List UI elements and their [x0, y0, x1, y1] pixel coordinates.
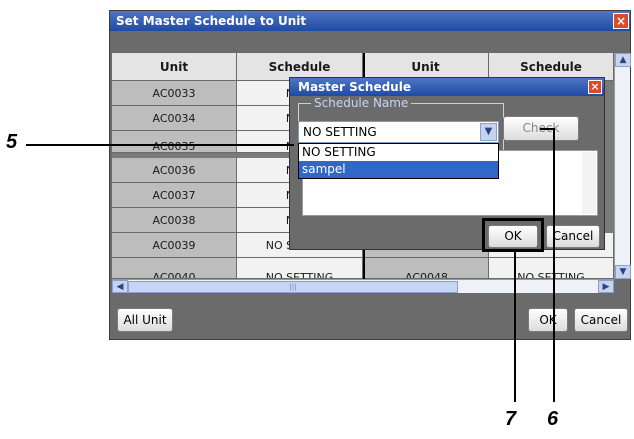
main-title: Set Master Schedule to Unit [110, 11, 630, 31]
scroll-thumb[interactable]: ||| [128, 281, 458, 293]
schedule-name-label: Schedule Name [311, 96, 412, 110]
combobox-value: NO SETTING [303, 125, 377, 139]
callout-line-7 [514, 250, 516, 402]
master-schedule-dialog: Master Schedule × Schedule Name NO SETTI… [289, 77, 605, 250]
all-unit-button[interactable]: All Unit [117, 308, 173, 332]
dropdown-option[interactable]: NO SETTING [299, 144, 498, 161]
schedule-dropdown-list: NO SETTING sampel [298, 143, 499, 179]
arrow-right-icon[interactable]: ▶ [598, 280, 614, 293]
ok-button[interactable]: OK [528, 308, 568, 332]
table-cell-unit[interactable]: AC0048 [365, 258, 489, 279]
close-icon[interactable]: × [613, 13, 629, 29]
table-cell-unit[interactable]: AC0040 [112, 258, 237, 279]
table-cell-unit[interactable]: AC0037 [112, 183, 237, 208]
table-cell-unit[interactable]: AC0033 [112, 81, 237, 106]
callout-line-5 [26, 144, 294, 146]
table-cell-unit[interactable]: AC0039 [112, 233, 237, 258]
arrow-down-icon[interactable]: ▼ [615, 265, 631, 279]
callout-number-7: 7 [505, 408, 517, 430]
cancel-button[interactable]: Cancel [574, 308, 628, 332]
table-cell-unit[interactable]: AC0036 [112, 158, 237, 183]
dropdown-option-selected[interactable]: sampel [299, 161, 498, 178]
callout-number-6: 6 [547, 408, 559, 430]
close-icon[interactable]: × [588, 80, 602, 94]
schedule-name-combobox[interactable]: NO SETTING ▼ [298, 121, 499, 143]
arrow-up-icon[interactable]: ▲ [615, 53, 631, 67]
horizontal-scrollbar[interactable]: ◀ ||| ▶ [112, 279, 614, 293]
callout-line-6-tick [540, 128, 554, 130]
table-cell-unit[interactable]: AC0035 [112, 131, 237, 153]
column-header-unit: Unit [112, 53, 237, 81]
table-cell-schedule[interactable]: NO SETTING [489, 258, 614, 279]
dialog-title: Master Schedule [290, 78, 604, 96]
chevron-down-icon[interactable]: ▼ [480, 123, 497, 141]
callout-number-5: 5 [6, 131, 18, 153]
callout-line-6 [553, 128, 555, 402]
table-cell-schedule[interactable]: NO SETTING [237, 258, 363, 279]
vertical-scrollbar[interactable]: ▲ ▼ [614, 53, 631, 279]
preview-scrollbar[interactable] [582, 152, 596, 214]
ok-button-highlight [482, 218, 544, 252]
table-cell-unit[interactable]: AC0038 [112, 208, 237, 233]
arrow-left-icon[interactable]: ◀ [112, 280, 128, 293]
table-cell-unit[interactable]: AC0034 [112, 106, 237, 131]
